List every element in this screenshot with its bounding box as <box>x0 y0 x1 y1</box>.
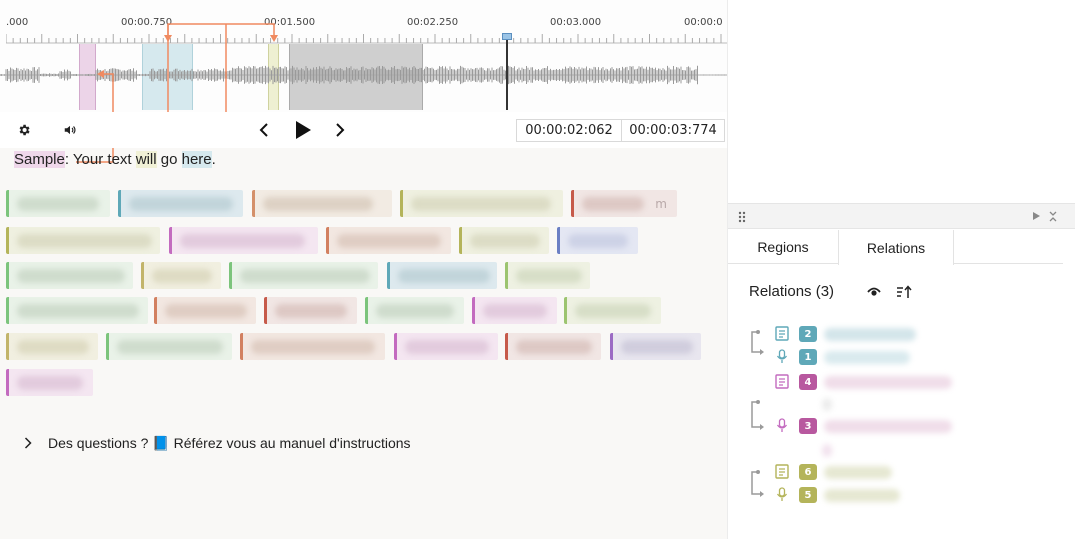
region-label[interactable] <box>824 328 916 341</box>
previous-button[interactable] <box>254 120 274 140</box>
panel-tabs: Regions Relations <box>728 230 1063 265</box>
label-chip[interactable] <box>394 333 498 360</box>
playhead[interactable] <box>506 34 508 110</box>
transcript-segment: . <box>211 151 216 168</box>
gear-icon <box>19 124 30 136</box>
label-chip[interactable] <box>252 190 392 217</box>
label-chip[interactable] <box>557 227 638 254</box>
label-chip[interactable] <box>505 333 601 360</box>
microphone-icon <box>775 349 789 364</box>
instructions-toggle[interactable]: Des questions ? 📘 Référez vous au manuel… <box>6 420 722 466</box>
chip-hint: m <box>655 196 667 211</box>
label-chip[interactable] <box>118 190 243 217</box>
chevron-left-icon <box>259 123 268 137</box>
drag-handle-icon[interactable] <box>738 211 746 223</box>
label-chip[interactable] <box>365 297 464 324</box>
label-chip[interactable] <box>264 297 357 324</box>
side-panel: Regions Relations Relations (3) 2 1 4 3 … <box>727 0 1075 539</box>
highlighted-word[interactable]: here <box>181 151 212 168</box>
player-controls: 00:00:02:062 00:00:03:774 <box>0 112 727 148</box>
sort-icon[interactable] <box>896 285 912 299</box>
transcript-text[interactable]: Sample: Your text will go here. <box>14 151 216 168</box>
eye-icon[interactable] <box>867 286 881 298</box>
text-icon <box>775 464 789 479</box>
label-chip[interactable] <box>6 333 98 360</box>
tab-relations[interactable]: Relations <box>838 230 954 265</box>
text-icon <box>775 326 789 341</box>
region-badge[interactable]: 6 <box>799 464 817 480</box>
label-chip[interactable] <box>6 190 110 217</box>
label-chip[interactable] <box>400 190 563 217</box>
label-chip[interactable] <box>459 227 549 254</box>
region-label <box>822 444 832 457</box>
chevron-right-icon <box>336 123 345 137</box>
label-chip[interactable] <box>141 262 221 289</box>
region-label[interactable] <box>824 351 910 364</box>
label-chip[interactable] <box>6 227 160 254</box>
region-badge[interactable]: 3 <box>799 418 817 434</box>
chevron-right-icon <box>24 437 32 449</box>
relations-title: Relations (3) <box>749 283 835 300</box>
text-icon <box>775 374 789 389</box>
editor-pane: .000 00:00.750 00:01.500 00:02.250 00:03… <box>0 0 727 539</box>
label-chip[interactable] <box>6 297 148 324</box>
label-chip[interactable] <box>106 333 232 360</box>
duration-display[interactable]: 00:00:03:774 <box>621 119 725 142</box>
region-label[interactable] <box>824 466 892 479</box>
region-label <box>822 398 832 411</box>
label-chip[interactable] <box>564 297 661 324</box>
label-chip[interactable] <box>326 227 451 254</box>
label-chip[interactable] <box>169 227 318 254</box>
label-chip[interactable] <box>505 262 590 289</box>
region-label[interactable] <box>824 376 952 389</box>
highlighted-word[interactable]: will <box>135 151 157 168</box>
playhead-handle[interactable] <box>502 33 512 40</box>
label-chip[interactable] <box>610 333 701 360</box>
label-chip[interactable] <box>229 262 378 289</box>
play-button[interactable] <box>292 119 314 141</box>
label-chip[interactable] <box>6 262 133 289</box>
region-badge[interactable]: 2 <box>799 326 817 342</box>
play-icon <box>296 121 311 139</box>
region-badge[interactable]: 1 <box>799 349 817 365</box>
current-time-display[interactable]: 00:00:02:062 <box>516 119 622 142</box>
tab-regions[interactable]: Regions <box>728 230 838 264</box>
audio-timeline[interactable]: .000 00:00.750 00:01.500 00:02.250 00:03… <box>0 0 727 163</box>
relation-connectors <box>751 330 764 497</box>
instructions-text: Des questions ? 📘 Référez vous au manuel… <box>48 434 411 451</box>
close-icon[interactable] <box>1048 211 1058 222</box>
microphone-icon <box>775 487 789 502</box>
volume-button[interactable] <box>60 121 80 139</box>
transcript-segment: go <box>156 151 182 168</box>
highlighted-word[interactable]: Sample <box>14 151 65 168</box>
panel-header-bar[interactable] <box>728 203 1075 229</box>
collapse-icon[interactable] <box>1031 211 1041 221</box>
microphone-icon <box>775 418 789 433</box>
label-chip[interactable] <box>154 297 256 324</box>
region-badge[interactable]: 5 <box>799 487 817 503</box>
speaker-icon <box>64 125 76 135</box>
region-label[interactable] <box>824 420 952 433</box>
label-chip[interactable] <box>472 297 557 324</box>
settings-button[interactable] <box>14 121 34 139</box>
region-badge[interactable]: 4 <box>799 374 817 390</box>
label-chip[interactable] <box>387 262 497 289</box>
label-chip[interactable] <box>6 369 93 396</box>
transcript-segment: : Your text <box>64 151 136 168</box>
next-button[interactable] <box>330 120 350 140</box>
label-chip[interactable] <box>240 333 385 360</box>
label-chip[interactable]: m <box>571 190 677 217</box>
region-label[interactable] <box>824 489 900 502</box>
